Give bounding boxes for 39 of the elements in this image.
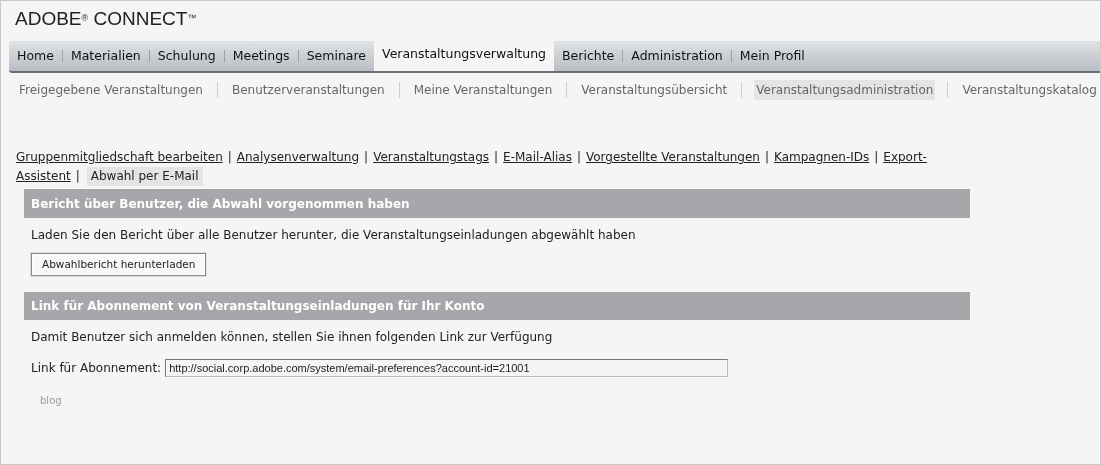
section-header: Bericht über Benutzer, die Abwahl vorgenommen haben — [24, 189, 970, 218]
nav-tab[interactable]: Mein Profil — [731, 41, 813, 71]
admin-link[interactable]: Abwahl per E-Mail — [86, 167, 203, 186]
admin-link[interactable]: Gruppenmitgliedschaft bearbeiten — [16, 148, 223, 167]
nav-tab[interactable]: Seminare — [298, 41, 375, 71]
nav-tab[interactable]: Administration — [623, 41, 731, 71]
subnav-link[interactable]: Veranstaltungsadministration — [754, 80, 936, 100]
field-label: Link für Abonnement: — [31, 360, 162, 377]
separator: | — [364, 149, 369, 166]
admin-link[interactable]: E-Mail-Alias — [503, 148, 572, 167]
separator: | — [764, 149, 769, 166]
subnav-link[interactable]: Veranstaltungsübersicht — [579, 80, 730, 100]
subnav-link[interactable]: Freigegebene Veranstaltungen — [17, 80, 205, 100]
description: Damit Benutzer sich anmelden können, stellen Sie ihnen folgenden Link zur Verfügung — [30, 329, 554, 346]
admin-link[interactable]: Assistent — [16, 167, 71, 186]
admin-link[interactable]: Vorgestellte Veranstaltungen — [586, 148, 760, 167]
logo: ADOBE$^{®}$ CONNECT$^{™}$ — [15, 8, 197, 29]
nav-tab[interactable]: Berichte — [554, 41, 623, 71]
nav-tab[interactable]: Schulung — [149, 41, 224, 71]
admin-link[interactable]: Veranstaltungstags — [373, 148, 490, 167]
section-header: Link für Abonnement von Veranstaltungseinladungen für Ihr Konto — [24, 292, 970, 320]
separator: | — [494, 149, 499, 166]
nav-tab[interactable]: Materialien — [62, 41, 149, 71]
admin-link[interactable]: Analysenverwaltung — [236, 148, 360, 167]
download-report-button[interactable]: Abwahlbericht herunterladen — [31, 253, 207, 276]
admin-link[interactable]: Export- — [883, 148, 927, 167]
subnav-link[interactable]: Veranstaltungskatalog — [960, 80, 1099, 100]
subnav-link[interactable]: Meine Veranstaltungen — [411, 80, 555, 100]
description: Laden Sie den Bericht über alle Benutzer herunter, die Veranstaltungseinladungen abgewählt haben — [30, 227, 637, 244]
nav-tab[interactable]: Home — [9, 41, 62, 71]
separator: | — [874, 149, 879, 166]
separator: | — [576, 149, 581, 166]
admin-link[interactable]: Kampagnen-IDs — [774, 148, 870, 167]
separator: | — [75, 168, 80, 185]
separator: | — [227, 149, 232, 166]
subnav-link[interactable]: Benutzerveranstaltungen — [229, 80, 387, 100]
subscription-link-field[interactable]: http://social.corp.adobe.com/system/email-preferences?account-id=21001 — [165, 359, 729, 377]
nav-tab[interactable]: Veranstaltungsverwaltung — [374, 38, 555, 71]
nav-tab[interactable]: Meetings — [224, 41, 298, 71]
